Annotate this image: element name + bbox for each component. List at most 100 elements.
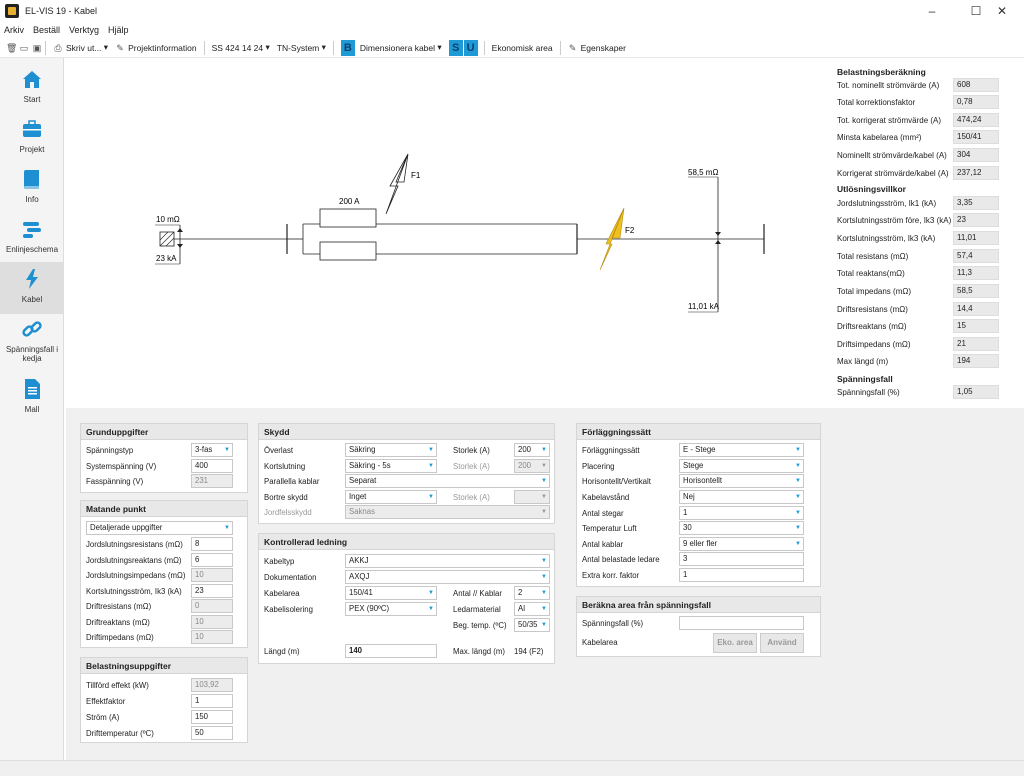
- operating-reactance-input: 10: [191, 615, 233, 629]
- select-value: Saknas: [349, 507, 376, 516]
- earth-fault-resistance-input[interactable]: 8: [191, 537, 233, 551]
- current-input[interactable]: 150: [191, 710, 233, 724]
- chevron-down-icon: ▼: [795, 447, 801, 453]
- system-dropdown[interactable]: TN-System ▾: [277, 42, 326, 53]
- earth-fault-reactance-input[interactable]: 6: [191, 553, 233, 567]
- calc-value: 23: [953, 213, 999, 227]
- phase-voltage-input: 231: [191, 474, 233, 488]
- overload-select[interactable]: Säkring ▼: [345, 443, 437, 457]
- print-button[interactable]: ⎙ Skriv ut... ▾: [53, 42, 108, 53]
- cable-count-select[interactable]: 9 eller fler ▼: [679, 537, 804, 551]
- controlled-line-panel: Kontrollerad ledning Kabeltyp AKKJ ▼ Doku…: [258, 533, 555, 664]
- system-voltage-input[interactable]: 400: [191, 459, 233, 473]
- field-label: Storlek (A): [453, 493, 490, 502]
- calc-value: 608: [953, 78, 999, 92]
- length-input[interactable]: 140: [345, 644, 437, 658]
- cable-spacing-select[interactable]: Nej ▼: [679, 490, 804, 504]
- voltage-type-select[interactable]: 3-fas ▼: [191, 443, 233, 457]
- sidebar-label: Mall: [24, 405, 40, 414]
- apply-button[interactable]: Använd: [760, 633, 804, 653]
- field-label: Antal stegar: [582, 509, 624, 518]
- field-label: Ström (A): [86, 713, 120, 722]
- overload-size-select[interactable]: 200 ▼: [514, 443, 550, 457]
- cable-type-select[interactable]: AKKJ ▼: [345, 554, 550, 568]
- sidebar-item-projekt[interactable]: Projekt: [0, 112, 64, 164]
- minimize-button[interactable]: –: [910, 0, 954, 22]
- menu-arkiv[interactable]: Arkiv: [4, 25, 24, 35]
- menu-bestall[interactable]: Beställ: [33, 25, 60, 35]
- chevron-down-icon: ▼: [428, 463, 434, 469]
- orientation-select[interactable]: Horisontellt ▼: [679, 474, 804, 488]
- documentation-select[interactable]: AXQJ ▼: [345, 570, 550, 584]
- operating-temperature-input[interactable]: 50: [191, 726, 233, 740]
- protection-panel: Skydd Överlast Säkring ▼ Storlek (A) 200 ▼…: [258, 423, 555, 524]
- far-protection-select[interactable]: Inget ▼: [345, 490, 437, 504]
- s-button[interactable]: S: [448, 39, 463, 56]
- fuse-1: [319, 208, 377, 228]
- end-arrow-top: [715, 232, 721, 236]
- calc-label: Jordslutningsström, Ik1 (kA): [837, 199, 937, 208]
- properties-button[interactable]: ✎ Egenskaper: [568, 43, 626, 53]
- parallel-cables-select[interactable]: Separat ▼: [345, 474, 550, 488]
- chevron-down-icon: ▼: [541, 509, 547, 515]
- field-label: Storlek (A): [453, 462, 490, 471]
- ladder-count-select[interactable]: 1 ▼: [679, 506, 804, 520]
- sidebar-item-start[interactable]: Start: [0, 62, 64, 114]
- sidebar-item-enlinjeschema[interactable]: Enlinjeschema: [0, 212, 64, 264]
- standard-dropdown[interactable]: SS 424 14 24 ▾: [212, 42, 270, 53]
- calc-value: 304: [953, 148, 999, 162]
- short-circuit-current-input[interactable]: 23: [191, 584, 233, 598]
- field-label: Fasspänning (V): [86, 477, 144, 486]
- select-value: 1: [683, 508, 688, 517]
- dimension-cable-button[interactable]: Dimensionera kabel ▾: [360, 42, 442, 53]
- short-circuit-select[interactable]: Säkring - 5s ▼: [345, 459, 437, 473]
- fuse-2: [319, 241, 377, 261]
- economic-area-button[interactable]: Ekonomisk area: [492, 43, 553, 53]
- u-button[interactable]: U: [463, 39, 478, 56]
- installation-method-select[interactable]: E - Stege ▼: [679, 443, 804, 457]
- extra-correction-input[interactable]: 1: [679, 568, 804, 582]
- power-factor-input[interactable]: 1: [191, 694, 233, 708]
- voltage-drop-input[interactable]: [679, 616, 804, 630]
- short-circuit-size-select: 200 ▼: [514, 459, 550, 473]
- cable-area-select[interactable]: 150/41 ▼: [345, 586, 437, 600]
- b-button[interactable]: B: [340, 39, 355, 56]
- sidebar-item-mall[interactable]: Mall: [0, 372, 64, 424]
- save-icon[interactable]: ▣: [32, 43, 42, 53]
- cable-count-select[interactable]: 2 ▼: [514, 586, 550, 600]
- select-value: E - Stege: [683, 445, 716, 454]
- load-data-panel: Belastningsuppgifter Tillförd effekt (kW…: [80, 657, 248, 743]
- sidebar-label: Projekt: [19, 145, 45, 154]
- sidebar-item-spanningsfall[interactable]: Spänningsfall i kedja: [0, 312, 64, 372]
- air-temperature-select[interactable]: 30 ▼: [679, 521, 804, 535]
- open-folder-icon[interactable]: ▭: [19, 43, 29, 53]
- close-button[interactable]: ✕: [980, 0, 1024, 22]
- chevron-down-icon: ▼: [541, 447, 547, 453]
- loaded-conductors-input[interactable]: 3: [679, 552, 804, 566]
- chevron-down-icon: ▼: [428, 606, 434, 612]
- limit-temp-select[interactable]: 50/35 ▼: [514, 618, 550, 632]
- sidebar-item-kabel[interactable]: Kabel: [0, 262, 64, 314]
- chevron-down-icon: ▼: [795, 510, 801, 516]
- lightning-icon: [26, 269, 38, 289]
- menu-verktyg[interactable]: Verktyg: [69, 25, 99, 35]
- area-from-voltage-drop-panel: Beräkna area från spänningsfall Spänning…: [576, 596, 821, 657]
- form-area: Grunduppgifter Spänningstyp 3-fas ▼ Syste…: [66, 408, 1024, 760]
- insulation-select[interactable]: PEX (90ºC) ▼: [345, 602, 437, 616]
- chevron-down-icon: ▼: [541, 478, 547, 484]
- eco-area-button[interactable]: Eko. area: [713, 633, 757, 653]
- placement-select[interactable]: Stege ▼: [679, 459, 804, 473]
- panel-title: Förläggningssätt: [577, 424, 820, 440]
- sidebar-item-info[interactable]: Info: [0, 162, 64, 214]
- feeding-mode-select[interactable]: Detaljerade uppgifter ▼: [86, 521, 233, 535]
- select-value: Säkring: [349, 445, 376, 454]
- select-value: Separat: [349, 476, 377, 485]
- source-impedance-label: 10 mΩ: [156, 215, 180, 224]
- conductor-material-select[interactable]: Al ▼: [514, 602, 550, 616]
- dimension-label: Dimensionera kabel: [359, 42, 436, 53]
- sidebar-label: Kabel: [21, 295, 43, 304]
- delete-icon[interactable]: 🗑: [6, 43, 17, 53]
- calc-value: 15: [953, 319, 999, 333]
- menu-hjalp[interactable]: Hjälp: [108, 25, 129, 35]
- project-info-button[interactable]: ✎ Projektinformation: [115, 43, 196, 53]
